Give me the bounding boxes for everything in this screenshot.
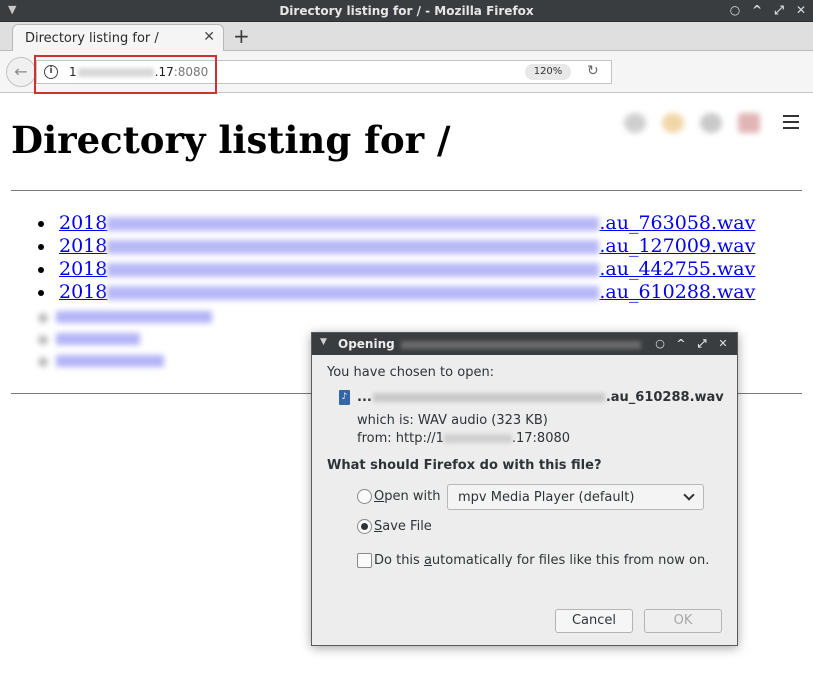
page-heading: Directory listing for / [11, 118, 451, 162]
window-titlebar: ▼ Directory listing for / - Mozilla Fire… [0, 0, 813, 22]
save-file-radio[interactable] [357, 519, 372, 534]
audio-file-icon: ♪ [339, 390, 350, 405]
close-tab-icon[interactable]: ✕ [203, 29, 215, 45]
divider [11, 190, 802, 191]
file-type-info: which is: WAV audio (323 KB) [357, 413, 548, 428]
dialog-intro: You have chosen to open: [327, 365, 495, 380]
tab-directory-listing[interactable]: Directory listing for / ✕ [12, 24, 224, 52]
minimize-window-icon[interactable]: ^ [751, 3, 763, 18]
dialog-title: Opening [338, 337, 641, 351]
url-highlight-box [34, 55, 217, 94]
bullet [38, 244, 44, 250]
file-source-info: from: http://1.17:8080 [357, 431, 571, 446]
minimize-dialog-icon[interactable]: ^ [675, 337, 687, 351]
toolbar-addon-icon[interactable] [700, 113, 722, 133]
maximize-dialog-icon[interactable]: ⤢ [696, 337, 708, 351]
dialog-titlebar: ▼ Opening ○ ^ ⤢ ✕ [312, 333, 737, 355]
pin-window-icon[interactable]: ○ [729, 3, 741, 18]
selected-app: mpv Media Player (default) [458, 490, 635, 505]
ok-button[interactable]: OK [644, 609, 722, 633]
new-tab-button[interactable]: + [233, 26, 250, 46]
back-button[interactable]: ← [6, 57, 36, 87]
maximize-window-icon[interactable]: ⤢ [773, 3, 785, 18]
file-link[interactable]: 2018 .au_610288.wav [59, 281, 755, 303]
zoom-indicator[interactable]: 120% [525, 64, 571, 80]
auto-action-checkbox[interactable] [357, 553, 372, 568]
dialog-filename: ... .au_610288.wav [357, 390, 724, 405]
bullet [38, 267, 44, 273]
bullet [38, 221, 44, 227]
chevron-down-icon [683, 489, 695, 501]
cancel-button[interactable]: Cancel [555, 609, 633, 633]
toolbar-addon-icon[interactable] [738, 113, 760, 133]
open-with-label[interactable]: Open with [374, 489, 440, 504]
open-with-app-select[interactable]: mpv Media Player (default) [447, 484, 704, 510]
window-controls: ○ ^ ⤢ ✕ [729, 3, 807, 18]
auto-action-label[interactable]: Do this automatically for files like thi… [374, 553, 709, 568]
pin-dialog-icon[interactable]: ○ [654, 337, 666, 351]
tab-strip: Directory listing for / ✕ + [0, 22, 813, 52]
redacted-filename [400, 340, 641, 349]
reload-icon[interactable]: ↻ [587, 63, 599, 79]
close-window-icon[interactable]: ✕ [795, 3, 807, 18]
dialog-question: What should Firefox do with this file? [327, 458, 602, 473]
save-file-label[interactable]: Save File [374, 519, 432, 534]
dialog-window-controls: ○ ^ ⤢ ✕ [654, 337, 729, 351]
toolbar-addon-icon[interactable] [662, 113, 684, 133]
file-link[interactable]: 2018 .au_127009.wav [59, 235, 755, 257]
hamburger-menu-icon[interactable] [783, 115, 799, 129]
opening-dialog: ▼ Opening ○ ^ ⤢ ✕ You have chosen to ope… [311, 332, 738, 646]
window-title: Directory listing for / - Mozilla Firefo… [279, 4, 534, 18]
dialog-menu-icon[interactable]: ▼ [320, 337, 327, 347]
bullet [38, 290, 44, 296]
tab-label: Directory listing for / [25, 31, 159, 46]
file-link[interactable]: 2018 .au_763058.wav [59, 212, 755, 234]
toolbar-addon-icon[interactable] [624, 113, 646, 133]
close-dialog-icon[interactable]: ✕ [717, 337, 729, 351]
open-with-radio[interactable] [357, 489, 372, 504]
file-link[interactable]: 2018 .au_442755.wav [59, 258, 755, 280]
